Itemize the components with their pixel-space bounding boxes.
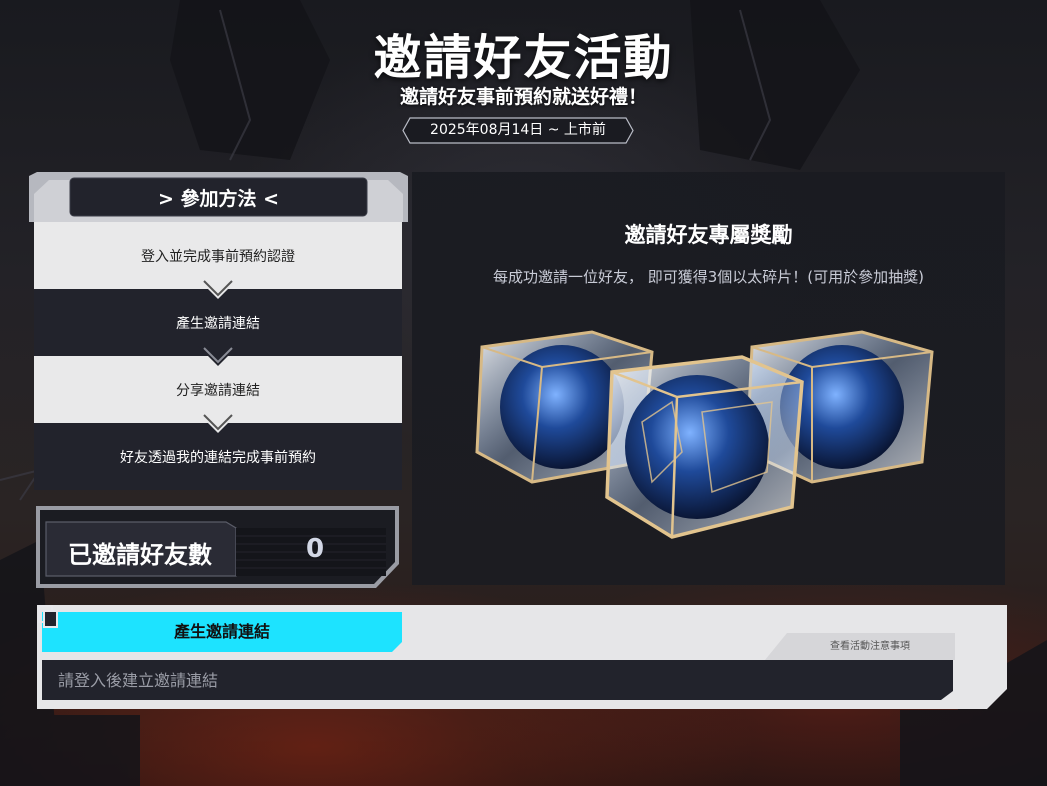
generate-link-button[interactable]: 產生邀請連結	[42, 612, 402, 652]
steps-panel: > 參加方法 < 登入並完成事前預約認證 產生邀請連結 分享邀請連結 好友透過我…	[29, 172, 408, 490]
page-subtitle: 邀請好友事前預約就送好禮！	[399, 86, 647, 108]
invite-count-label: 已邀請好友數	[68, 541, 212, 569]
step-arrow-icon	[198, 346, 238, 366]
steps-title: 參加方法	[180, 188, 257, 210]
reward-panel: 邀請好友專屬獎勵 每成功邀請一位好友， 即可獲得3個以太碎片！(可用於參加抽獎)	[412, 172, 1005, 585]
invite-count-value: 0	[306, 534, 325, 564]
step-label: 登入並完成事前預約認證	[141, 248, 295, 265]
invite-link-input[interactable]	[42, 660, 954, 700]
copy-icon[interactable]	[37, 605, 59, 629]
step-arrow-icon	[198, 279, 238, 299]
step-label: 產生邀請連結	[176, 315, 260, 332]
chevron-right-icon: >	[157, 188, 181, 210]
date-badge: 2025年08月14日 ~ 上市前	[402, 117, 634, 144]
ether-shard-cube-icon	[475, 330, 934, 539]
steps-header: > 參加方法 <	[29, 172, 408, 222]
step-arrow-icon	[198, 413, 238, 433]
step-label: 好友透過我的連結完成事前預約	[120, 449, 316, 466]
reward-description: 每成功邀請一位好友， 即可獲得3個以太碎片！(可用於參加抽獎)	[492, 268, 925, 286]
step-item: 登入並完成事前預約認證	[34, 222, 402, 299]
invite-count-box: 已邀請好友數 0	[36, 506, 399, 588]
reward-title: 邀請好友專屬獎勵	[624, 223, 793, 247]
date-text: 2025年08月14日 ~ 上市前	[430, 122, 606, 138]
page-title: 邀請好友活動	[373, 30, 674, 86]
invite-link-panel: 產生邀請連結 查看活動注意事項	[37, 605, 1007, 709]
view-notice-link[interactable]: 查看活動注意事項	[765, 633, 955, 660]
step-label: 分享邀請連結	[176, 382, 260, 399]
chevron-left-icon: <	[256, 188, 280, 210]
